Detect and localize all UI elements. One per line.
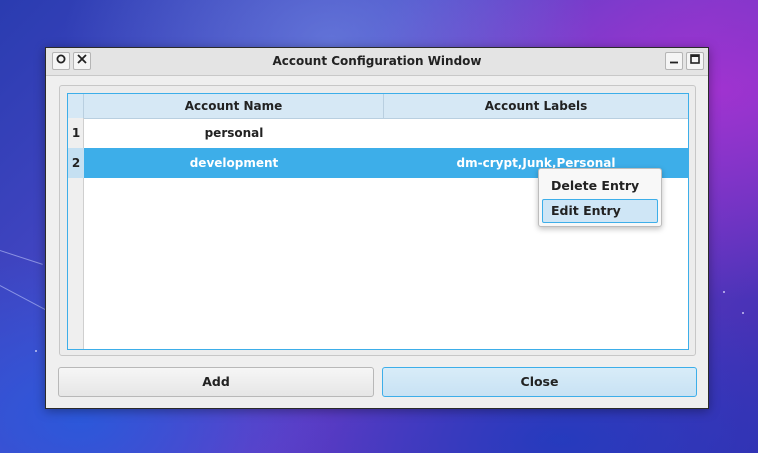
- wallpaper-streak: [0, 250, 43, 265]
- cell-account-name[interactable]: development: [84, 148, 384, 178]
- title-bar[interactable]: Account Configuration Window: [46, 48, 708, 76]
- context-menu: Delete Entry Edit Entry: [538, 168, 662, 227]
- table-header: Account Name Account Labels: [68, 94, 688, 119]
- row-number[interactable]: 1: [68, 118, 84, 148]
- window-title: Account Configuration Window: [272, 54, 482, 68]
- cell-account-name[interactable]: personal: [84, 118, 384, 148]
- wallpaper-star: [742, 312, 744, 314]
- maximize-button[interactable]: [686, 52, 704, 70]
- column-header-account-labels[interactable]: Account Labels: [384, 94, 688, 118]
- cell-account-labels[interactable]: [384, 118, 688, 148]
- row-header: 1 2: [68, 118, 84, 349]
- table-corner-button[interactable]: [68, 94, 84, 118]
- menu-item-edit-entry[interactable]: Edit Entry: [542, 199, 658, 223]
- close-button[interactable]: Close: [382, 367, 697, 397]
- row-number[interactable]: 2: [68, 148, 84, 178]
- menu-item-delete-entry[interactable]: Delete Entry: [542, 174, 658, 198]
- minimize-button[interactable]: [665, 52, 683, 70]
- minimize-icon: [668, 53, 680, 69]
- maximize-icon: [689, 53, 701, 69]
- add-button[interactable]: Add: [58, 367, 374, 397]
- account-config-window: Account Configuration Window Account Nam…: [45, 47, 709, 409]
- wallpaper-star: [723, 291, 725, 293]
- column-header-account-name[interactable]: Account Name: [84, 94, 384, 118]
- table-row[interactable]: personal: [84, 118, 688, 148]
- wallpaper-star: [35, 350, 37, 352]
